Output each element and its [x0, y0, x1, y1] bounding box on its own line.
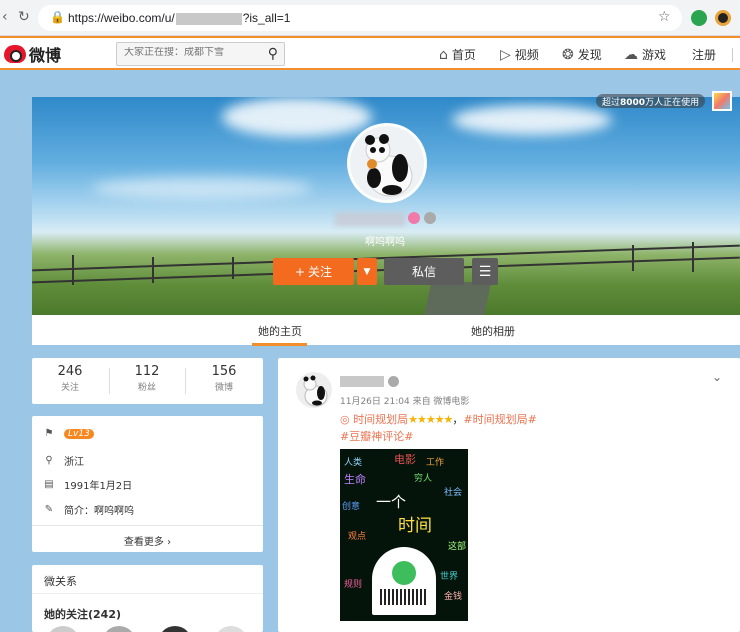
menu-icon: ☰: [478, 263, 492, 280]
stat-followers[interactable]: 112 粉丝: [117, 364, 177, 393]
douban-logo-icon: [392, 561, 416, 585]
edit-icon: ✎: [44, 504, 54, 515]
fence-post: [72, 255, 74, 285]
following-avatar[interactable]: [102, 626, 136, 632]
name-badges: [408, 212, 436, 224]
back-icon[interactable]: ‹: [2, 9, 8, 25]
fence-post: [692, 242, 694, 272]
url-text: https://weibo.com/u/?is_all=1: [68, 11, 291, 25]
female-icon: [408, 212, 420, 224]
profile-name-redacted: [335, 212, 405, 226]
following-avatar[interactable]: [158, 626, 192, 632]
nav-discover[interactable]: ❂ 发现: [562, 46, 602, 63]
more-menu-button[interactable]: ☰: [472, 258, 498, 285]
stone-steps: [422, 282, 492, 315]
search-input[interactable]: [124, 47, 264, 58]
nav-video[interactable]: ▷ 视频: [500, 46, 539, 63]
stat-posts[interactable]: 156 微博: [194, 364, 254, 393]
profile-info-card: ⚑ Lv13 ⚲ 浙江 ▤ 1991年1月2日 ✎ 简介：啊呜啊呜 查看更多 ›: [32, 416, 263, 552]
following-avatar[interactable]: [214, 626, 248, 632]
cloud: [222, 97, 372, 137]
info-level: ⚑ Lv13: [44, 428, 94, 439]
qr-code: [372, 547, 436, 615]
search-icon[interactable]: ⚲: [268, 46, 278, 62]
divider: [109, 368, 110, 394]
bookmark-star-icon[interactable]: ☆: [658, 9, 671, 25]
feed-post: ⌄ 11月26日 21:04 来自 微博电影 ◎ 时间规划局★★★★★，#时间规…: [278, 358, 740, 632]
topic-icon: ◎: [340, 413, 350, 426]
panda-avatar-image: [303, 375, 328, 407]
weibo-nav: 微博 ⚲ ⌂首页 ▷视频 ❂发现 ☁游戏 注册: [0, 36, 740, 70]
profile-bio: 啊呜啊呜: [365, 237, 405, 248]
online-count-badge: 超过8000万人正在使用: [596, 94, 706, 108]
post-author-avatar[interactable]: [296, 372, 332, 408]
caret-down-icon: ▼: [363, 266, 371, 277]
fence-post: [152, 257, 154, 283]
info-birthday: ▤ 1991年1月2日: [44, 479, 133, 492]
nav-home[interactable]: ⌂ 首页: [439, 46, 476, 63]
tab-home[interactable]: 她的主页: [258, 323, 302, 339]
profile-tabs: 她的主页 她的相册: [32, 315, 740, 345]
level-badge[interactable]: Lv13: [64, 428, 94, 439]
gamepad-icon: ☁: [624, 46, 638, 63]
following-avatar[interactable]: [46, 626, 80, 632]
nav-games[interactable]: ☁ 游戏: [624, 46, 666, 63]
plus-icon: +: [294, 264, 306, 279]
follow-button[interactable]: + 关注: [273, 258, 354, 285]
evernote-extension-icon[interactable]: [691, 10, 707, 26]
lock-icon: 🔒: [50, 10, 65, 24]
active-tab-indicator: [252, 343, 307, 346]
post-image[interactable]: 人类 工作 电影 穷人 一个 时间 生命 社会 世界 金钱 这部 观点 创意 规…: [340, 449, 468, 621]
play-icon: ▷: [500, 46, 511, 63]
info-intro: ✎ 简介：啊呜啊呜: [44, 504, 134, 517]
topic-link[interactable]: ◎ 时间规划局: [340, 413, 408, 426]
follow-dropdown-button[interactable]: ▼: [357, 258, 377, 285]
hashtag-link[interactable]: #时间规划局#: [463, 413, 536, 426]
hashtag-link[interactable]: #豆瓣神评论#: [340, 430, 413, 443]
reload-icon[interactable]: ↻: [18, 9, 30, 25]
nav-divider: [732, 48, 733, 62]
bookmark-icon: ⚑: [44, 428, 54, 439]
message-button[interactable]: 私信: [384, 258, 464, 285]
compass-icon: ❂: [562, 46, 574, 63]
info-location: ⚲ 浙江: [45, 455, 84, 468]
tab-album[interactable]: 她的相册: [471, 323, 515, 339]
skin-template-button[interactable]: [712, 91, 732, 111]
relations-card: 微关系 她的关注(242): [32, 565, 263, 632]
post-text: ◎ 时间规划局★★★★★，#时间规划局# #豆瓣神评论#: [340, 413, 537, 443]
following-heading[interactable]: 她的关注(242): [44, 606, 121, 622]
url-redaction: [175, 12, 242, 25]
location-icon: ⚲: [45, 455, 53, 466]
divider: [32, 593, 263, 594]
fence-post: [632, 245, 634, 271]
divider: [185, 368, 186, 394]
rating-stars: ★★★★★: [408, 413, 453, 426]
home-icon: ⌂: [439, 46, 448, 63]
post-author-name-redacted[interactable]: [340, 376, 384, 387]
cloud: [92, 177, 312, 199]
chevron-right-icon: ›: [167, 537, 172, 548]
post-meta[interactable]: 11月26日 21:04 来自 微博电影: [340, 394, 469, 407]
weibo-logo[interactable]: 微博: [4, 43, 61, 65]
stats-card: 246 关注 112 粉丝 156 微博: [32, 358, 263, 404]
chevron-down-icon[interactable]: ⌄: [712, 370, 722, 384]
fence-post: [232, 257, 234, 279]
cake-icon: ▤: [44, 479, 54, 490]
profile-avatar[interactable]: [347, 123, 427, 203]
weibo-eye-icon: [4, 45, 26, 63]
relations-title: 微关系: [44, 575, 77, 588]
member-icon[interactable]: [424, 212, 436, 224]
member-icon: [388, 376, 399, 387]
search-box[interactable]: ⚲: [116, 42, 285, 66]
extension-icon[interactable]: [715, 10, 731, 26]
view-more-link[interactable]: 查看更多 ›: [32, 525, 263, 551]
address-bar[interactable]: 🔒 https://weibo.com/u/?is_all=1 ☆: [38, 5, 682, 31]
browser-toolbar: ‹ ↻ 🔒 https://weibo.com/u/?is_all=1 ☆: [0, 0, 740, 36]
register-link[interactable]: 注册: [692, 46, 716, 63]
stat-following[interactable]: 246 关注: [40, 364, 100, 393]
panda-avatar-image: [365, 134, 413, 197]
cloud: [452, 105, 612, 135]
qr-pattern: [380, 589, 428, 605]
